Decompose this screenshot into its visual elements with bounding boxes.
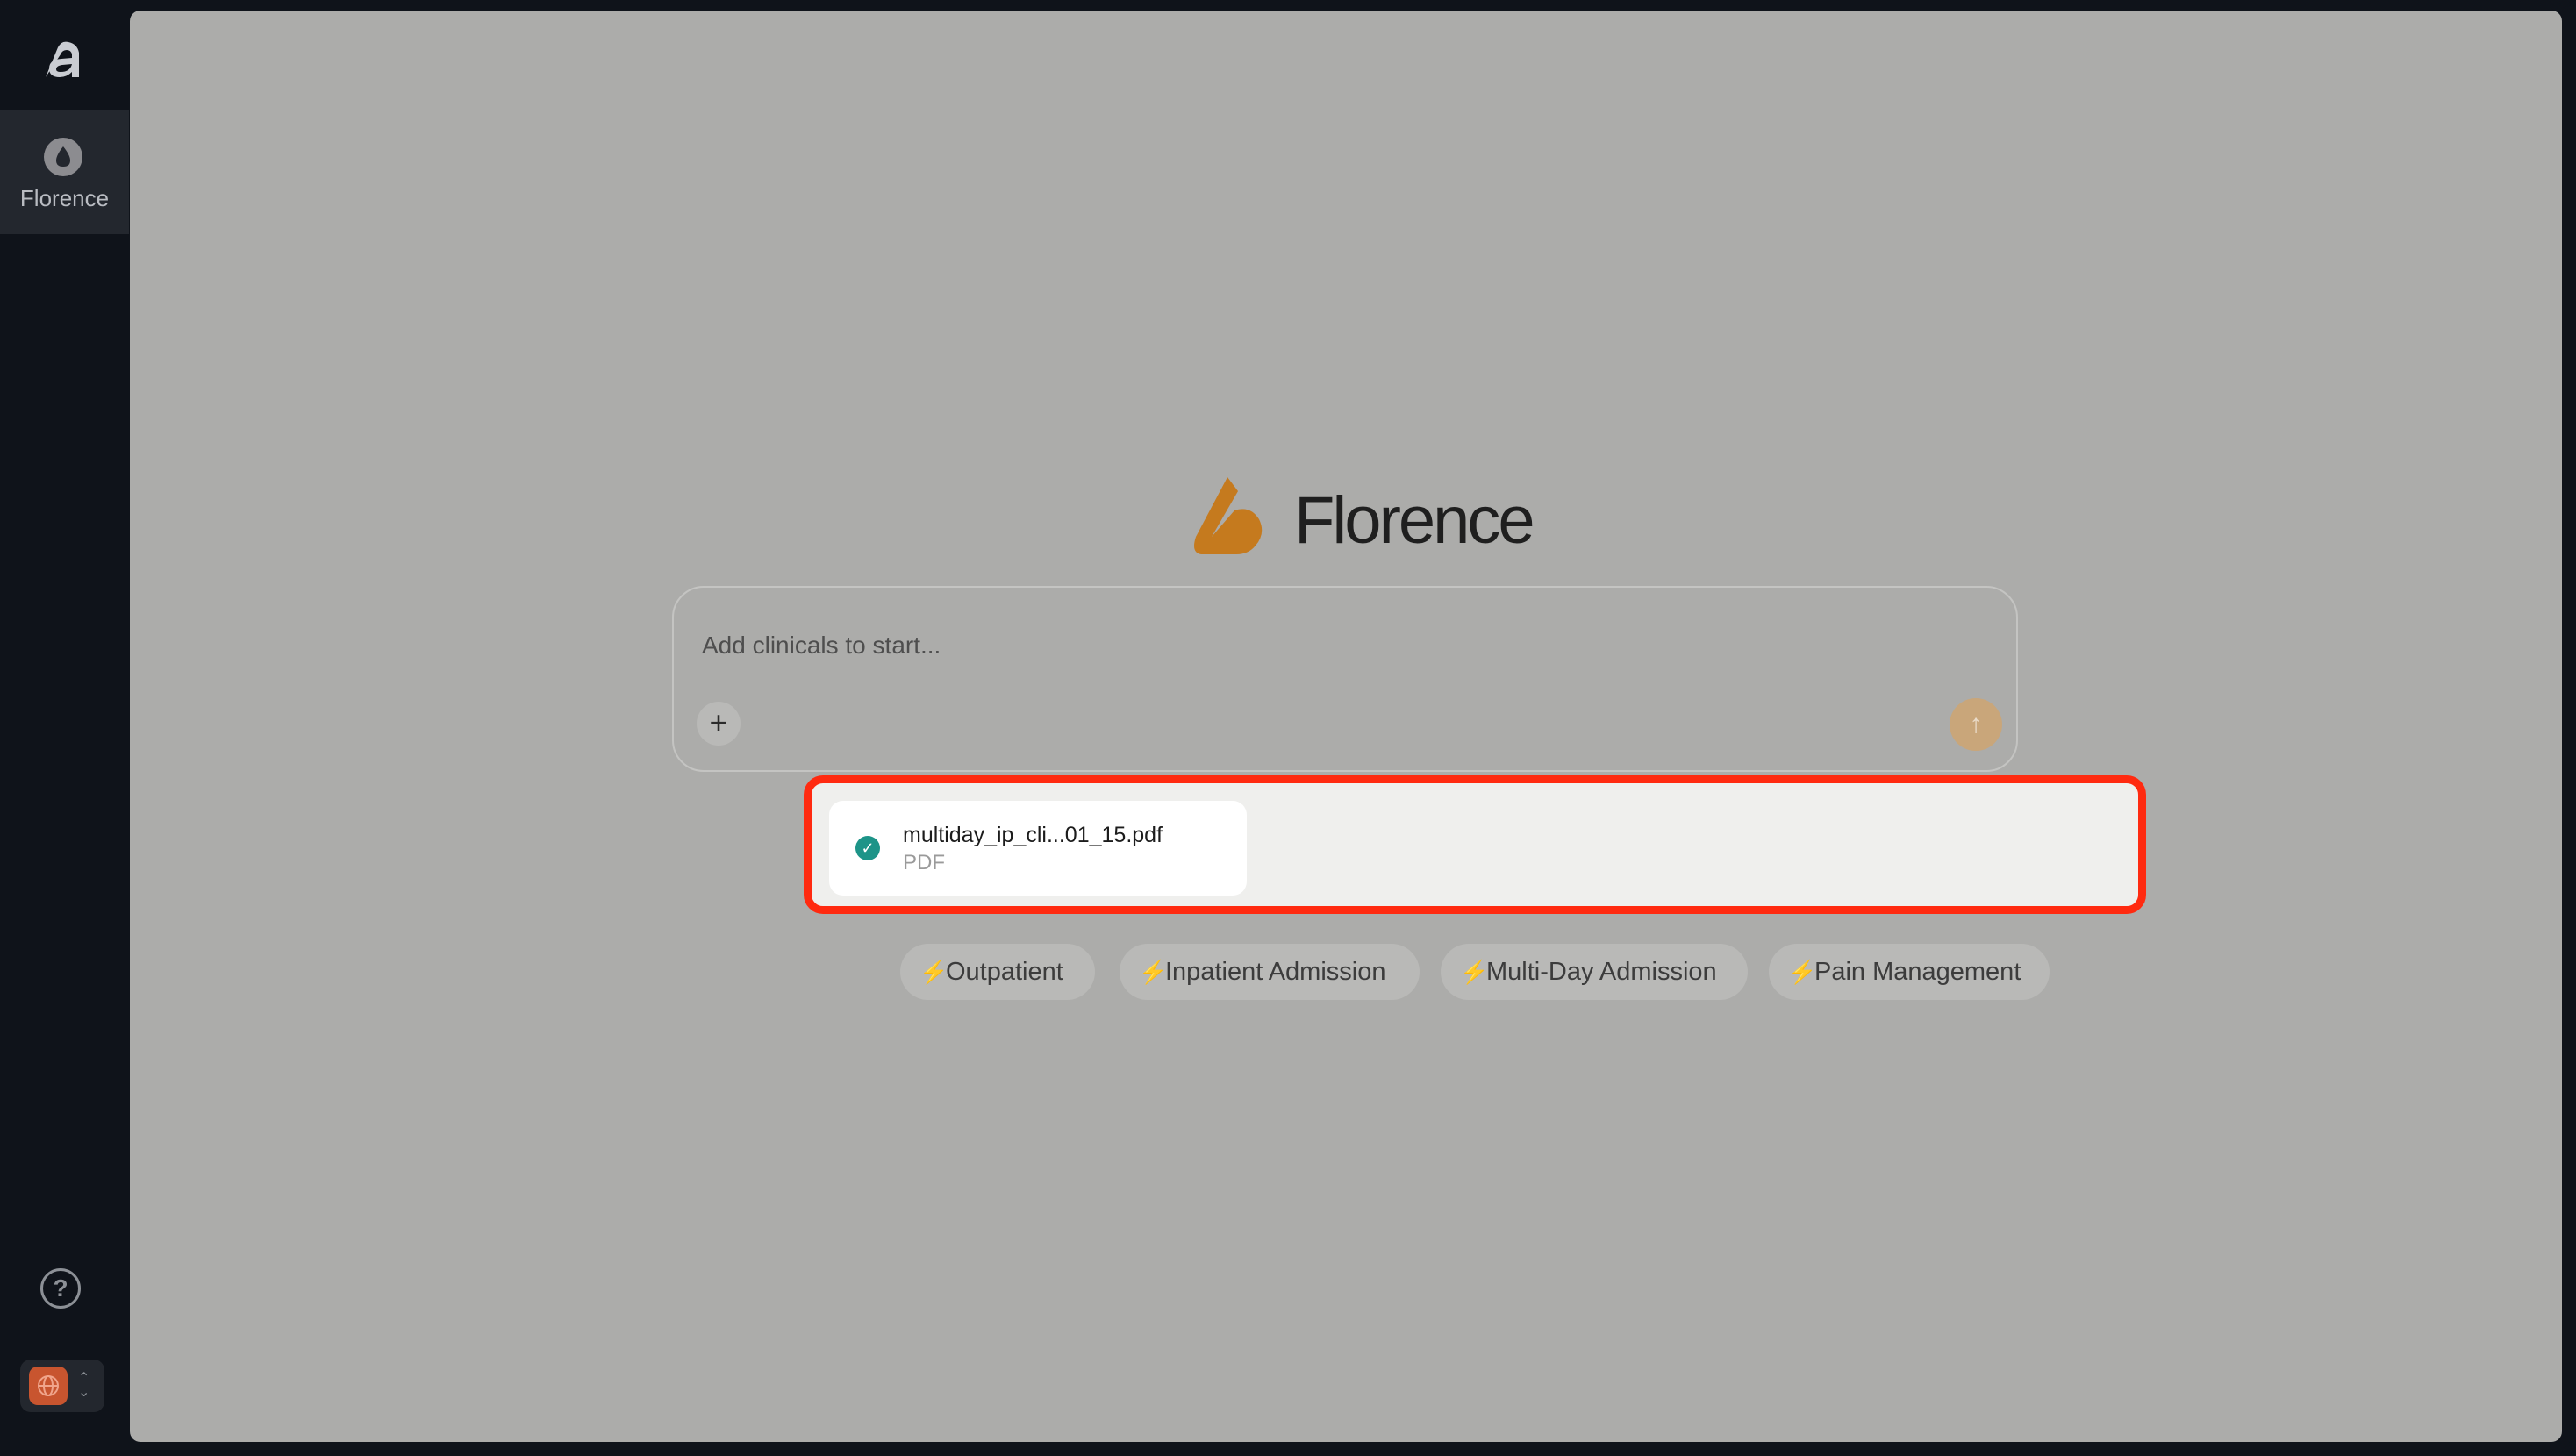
file-type: PDF	[903, 851, 945, 874]
quick-action-inpatient-admission[interactable]: ⚡ Inpatient Admission	[1120, 944, 1420, 1000]
bolt-icon: ⚡	[919, 959, 948, 985]
sidebar-item-florence[interactable]: Florence	[0, 110, 129, 234]
globe-icon	[29, 1367, 68, 1405]
page-title: Florence	[1294, 483, 1535, 558]
add-attachment-button[interactable]: +	[697, 702, 741, 746]
file-chip[interactable]: ✓ multiday_ip_cli...01_15.pdf PDF	[829, 801, 1247, 896]
plus-icon: +	[709, 704, 728, 740]
brand-header: Florence	[1189, 467, 1663, 563]
sidebar-item-label: Florence	[19, 185, 110, 211]
attachment-tray: ✓ multiday_ip_cli...01_15.pdf PDF	[804, 775, 2146, 914]
bolt-icon: ⚡	[1460, 959, 1489, 985]
arrow-up-icon: ↑	[1969, 710, 1983, 739]
anterior-logo-icon[interactable]	[40, 37, 86, 82]
quick-action-label: Inpatient Admission	[1165, 958, 1386, 986]
main-panel: Florence Add clinicals to start... + ↑ ✓…	[130, 11, 2562, 1442]
clinicals-input[interactable]: Add clinicals to start...	[702, 632, 941, 660]
send-button[interactable]: ↑	[1950, 698, 2002, 751]
file-name: multiday_ip_cli...01_15.pdf	[903, 823, 1163, 847]
org-switcher[interactable]: ⌃ ⌄	[20, 1360, 104, 1412]
quick-action-label: Pain Management	[1814, 958, 2021, 986]
quick-action-pain-management[interactable]: ⚡ Pain Management	[1769, 944, 2050, 1000]
bolt-icon: ⚡	[1788, 959, 1817, 985]
quick-action-label: Multi-Day Admission	[1486, 958, 1717, 986]
help-icon[interactable]: ?	[40, 1268, 81, 1309]
check-circle-icon: ✓	[855, 836, 880, 860]
florence-logo-icon	[1194, 477, 1263, 554]
quick-action-multi-day-admission[interactable]: ⚡ Multi-Day Admission	[1441, 944, 1748, 1000]
bolt-icon: ⚡	[1139, 959, 1168, 985]
composer[interactable]: Add clinicals to start... + ↑	[672, 586, 2018, 772]
quick-action-label: Outpatient	[946, 958, 1063, 986]
quick-action-outpatient[interactable]: ⚡ Outpatient	[900, 944, 1095, 1000]
sidebar: Florence ? ⌃ ⌄	[0, 0, 129, 1456]
drop-icon	[44, 138, 82, 176]
chevron-up-down-icon: ⌃ ⌄	[78, 1371, 90, 1400]
